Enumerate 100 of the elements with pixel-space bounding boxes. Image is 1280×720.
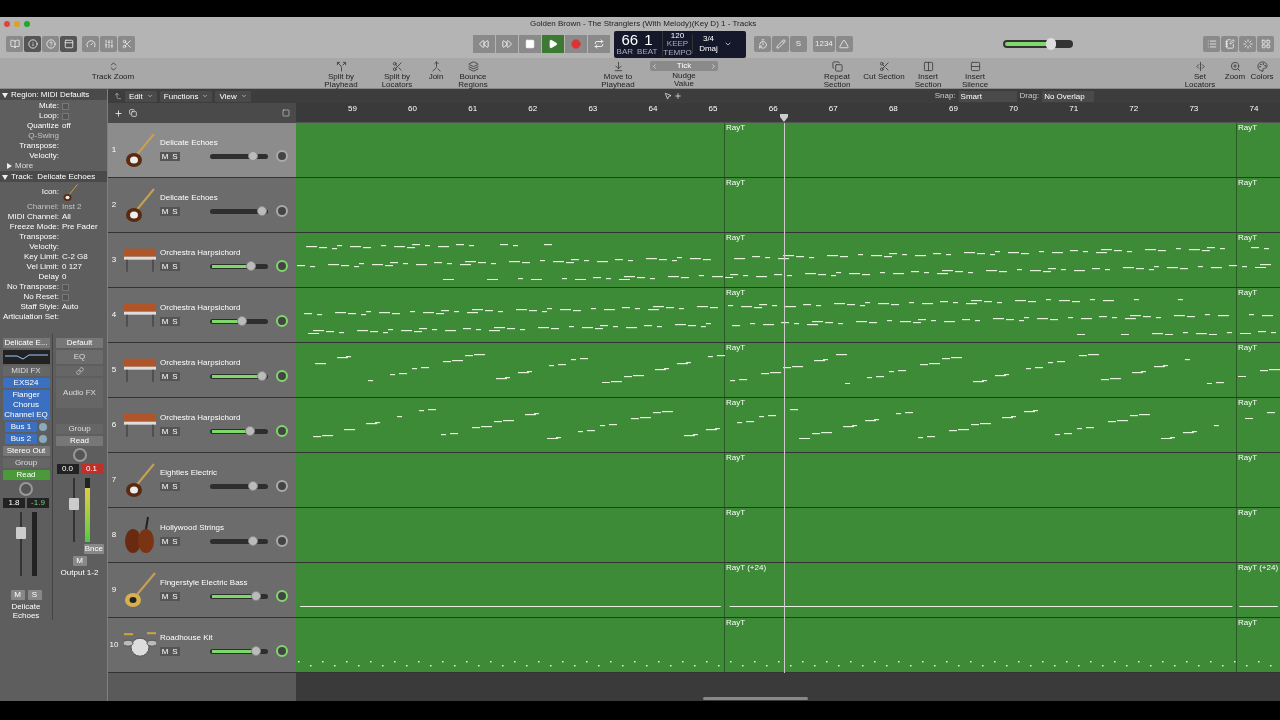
metronome-icon[interactable] xyxy=(839,39,850,49)
plus-tool-icon[interactable] xyxy=(673,92,682,100)
disclosure-triangle-icon[interactable] xyxy=(2,173,8,180)
mute-button[interactable]: M xyxy=(160,646,170,656)
pan-knob[interactable] xyxy=(276,425,288,437)
field-value[interactable]: off xyxy=(62,121,71,131)
snap-dropdown[interactable]: Smart xyxy=(958,90,1017,102)
audio-fx-slot[interactable]: Audio FX xyxy=(56,378,103,408)
fast-forward-icon[interactable] xyxy=(502,39,512,49)
mute-button[interactable]: M xyxy=(160,206,170,216)
output-button[interactable]: Stereo Out xyxy=(2,446,50,456)
solo-button[interactable]: S xyxy=(170,481,180,491)
volume-slider[interactable] xyxy=(210,263,268,269)
group-button[interactable]: Group xyxy=(56,424,103,434)
midi-region[interactable]: RayT (+24) xyxy=(1237,563,1280,617)
audio-fx-slot[interactable]: Chorus xyxy=(2,400,50,410)
checkbox[interactable] xyxy=(62,102,69,110)
solo-button[interactable]: S xyxy=(170,646,180,656)
track-header[interactable]: 6 Orchestra Harpsichord M S xyxy=(108,398,296,452)
strip-button[interactable]: M xyxy=(72,556,87,566)
field-value[interactable]: Inst 2 xyxy=(62,202,82,212)
automation-button[interactable]: Read xyxy=(2,470,50,480)
field-value[interactable]: C-2 G8 xyxy=(62,252,88,262)
volume-slider[interactable] xyxy=(210,483,268,489)
track-header[interactable]: 3 Orchestra Harpsichord M S xyxy=(108,233,296,287)
field-value[interactable]: Pre Fader xyxy=(62,222,98,232)
menu-button[interactable]: Functions xyxy=(159,90,213,102)
more-toggle[interactable]: More xyxy=(15,161,34,171)
rows-icon[interactable] xyxy=(969,61,981,72)
field-value[interactable]: All xyxy=(62,212,71,222)
volume-slider[interactable] xyxy=(210,538,268,544)
fast-forward-button[interactable] xyxy=(496,35,518,53)
checkbox[interactable] xyxy=(62,293,69,301)
mute-button[interactable]: M xyxy=(160,371,170,381)
stop-button[interactable] xyxy=(519,35,541,53)
locators-icon[interactable] xyxy=(1194,61,1206,72)
pan-knob[interactable] xyxy=(276,370,288,382)
pan-knob[interactable] xyxy=(276,645,288,657)
link-icon[interactable] xyxy=(75,367,84,375)
midi-region[interactable]: RayT xyxy=(725,233,1237,287)
track-header[interactable]: 9 Fingerstyle Electric Bass M S xyxy=(108,563,296,617)
play-icon[interactable] xyxy=(548,39,558,49)
volume-fader[interactable] xyxy=(15,512,26,576)
chevron-right-icon[interactable] xyxy=(710,62,717,70)
stop-icon[interactable] xyxy=(525,39,535,49)
pan-knob[interactable] xyxy=(19,482,33,496)
back-icon[interactable] xyxy=(114,92,122,100)
track-header[interactable]: 1 Delicate Echoes M S xyxy=(108,123,296,177)
midi-region[interactable]: RayT xyxy=(1237,343,1280,397)
disclosure-triangle-icon[interactable] xyxy=(2,91,8,98)
chevron-left-icon[interactable] xyxy=(651,62,658,70)
mute-button[interactable]: M xyxy=(160,426,170,436)
master-volume-slider[interactable] xyxy=(1002,40,1073,48)
split-icon[interactable] xyxy=(335,61,347,72)
strip-button[interactable]: S xyxy=(27,590,42,600)
field-value[interactable]: 0 xyxy=(62,272,67,282)
send-slot[interactable]: Bus 2 xyxy=(5,434,37,444)
track-header[interactable]: 4 Orchestra Harpsichord M S xyxy=(108,288,296,342)
menu-button[interactable]: View xyxy=(215,90,251,102)
count-in-button[interactable]: 1234 xyxy=(813,36,835,52)
pan-knob[interactable] xyxy=(72,448,87,462)
solo-button[interactable]: S xyxy=(170,591,180,601)
midi-fx-slot[interactable]: MIDI FX xyxy=(2,366,50,376)
solo-button[interactable]: S xyxy=(170,206,180,216)
midi-region[interactable]: RayT xyxy=(1237,508,1280,562)
add-track-icon[interactable] xyxy=(114,108,123,118)
pan-knob[interactable] xyxy=(276,205,288,217)
pointer-tool-icon[interactable] xyxy=(663,92,672,100)
checkbox[interactable] xyxy=(62,283,69,291)
audio-fx-slot[interactable]: Channel EQ xyxy=(2,410,50,420)
midi-region[interactable] xyxy=(296,233,725,287)
mute-button[interactable]: M xyxy=(160,481,170,491)
rewind-icon[interactable] xyxy=(479,39,489,49)
solo-button[interactable]: S xyxy=(170,426,180,436)
layers-icon[interactable] xyxy=(467,61,479,72)
setting-button[interactable]: Delicate E... xyxy=(2,338,50,348)
strip-button[interactable]: M xyxy=(10,590,25,600)
track-header[interactable]: 2 Delicate Echoes M S xyxy=(108,178,296,232)
midi-region[interactable]: RayT xyxy=(1237,618,1280,672)
volume-slider[interactable] xyxy=(210,318,268,324)
down-arrow-icon[interactable] xyxy=(612,61,624,72)
drag-dropdown[interactable]: No Overlap xyxy=(1042,90,1095,102)
rewind-button[interactable] xyxy=(473,35,495,53)
scissors-icon[interactable] xyxy=(391,61,403,72)
pan-knob[interactable] xyxy=(276,480,288,492)
volume-slider[interactable] xyxy=(210,593,268,599)
pan-knob[interactable] xyxy=(276,535,288,547)
cycle-icon[interactable] xyxy=(594,39,604,49)
track-header[interactable]: 7 Eighties Electric M S xyxy=(108,453,296,507)
scissors-icon[interactable] xyxy=(878,61,890,72)
midi-region[interactable]: RayT (+24) xyxy=(725,563,1237,617)
instrument-slot[interactable]: EXS24 xyxy=(2,378,50,388)
volume-slider[interactable] xyxy=(210,428,268,434)
mute-button[interactable]: M xyxy=(160,591,170,601)
track-header[interactable]: 5 Orchestra Harpsichord M S xyxy=(108,343,296,397)
solo-button[interactable]: S xyxy=(170,151,180,161)
solo-button[interactable]: S xyxy=(170,261,180,271)
zoom-button[interactable] xyxy=(24,20,30,27)
palette-icon[interactable] xyxy=(1256,61,1268,72)
audio-fx-slot[interactable]: Flanger xyxy=(2,390,50,400)
